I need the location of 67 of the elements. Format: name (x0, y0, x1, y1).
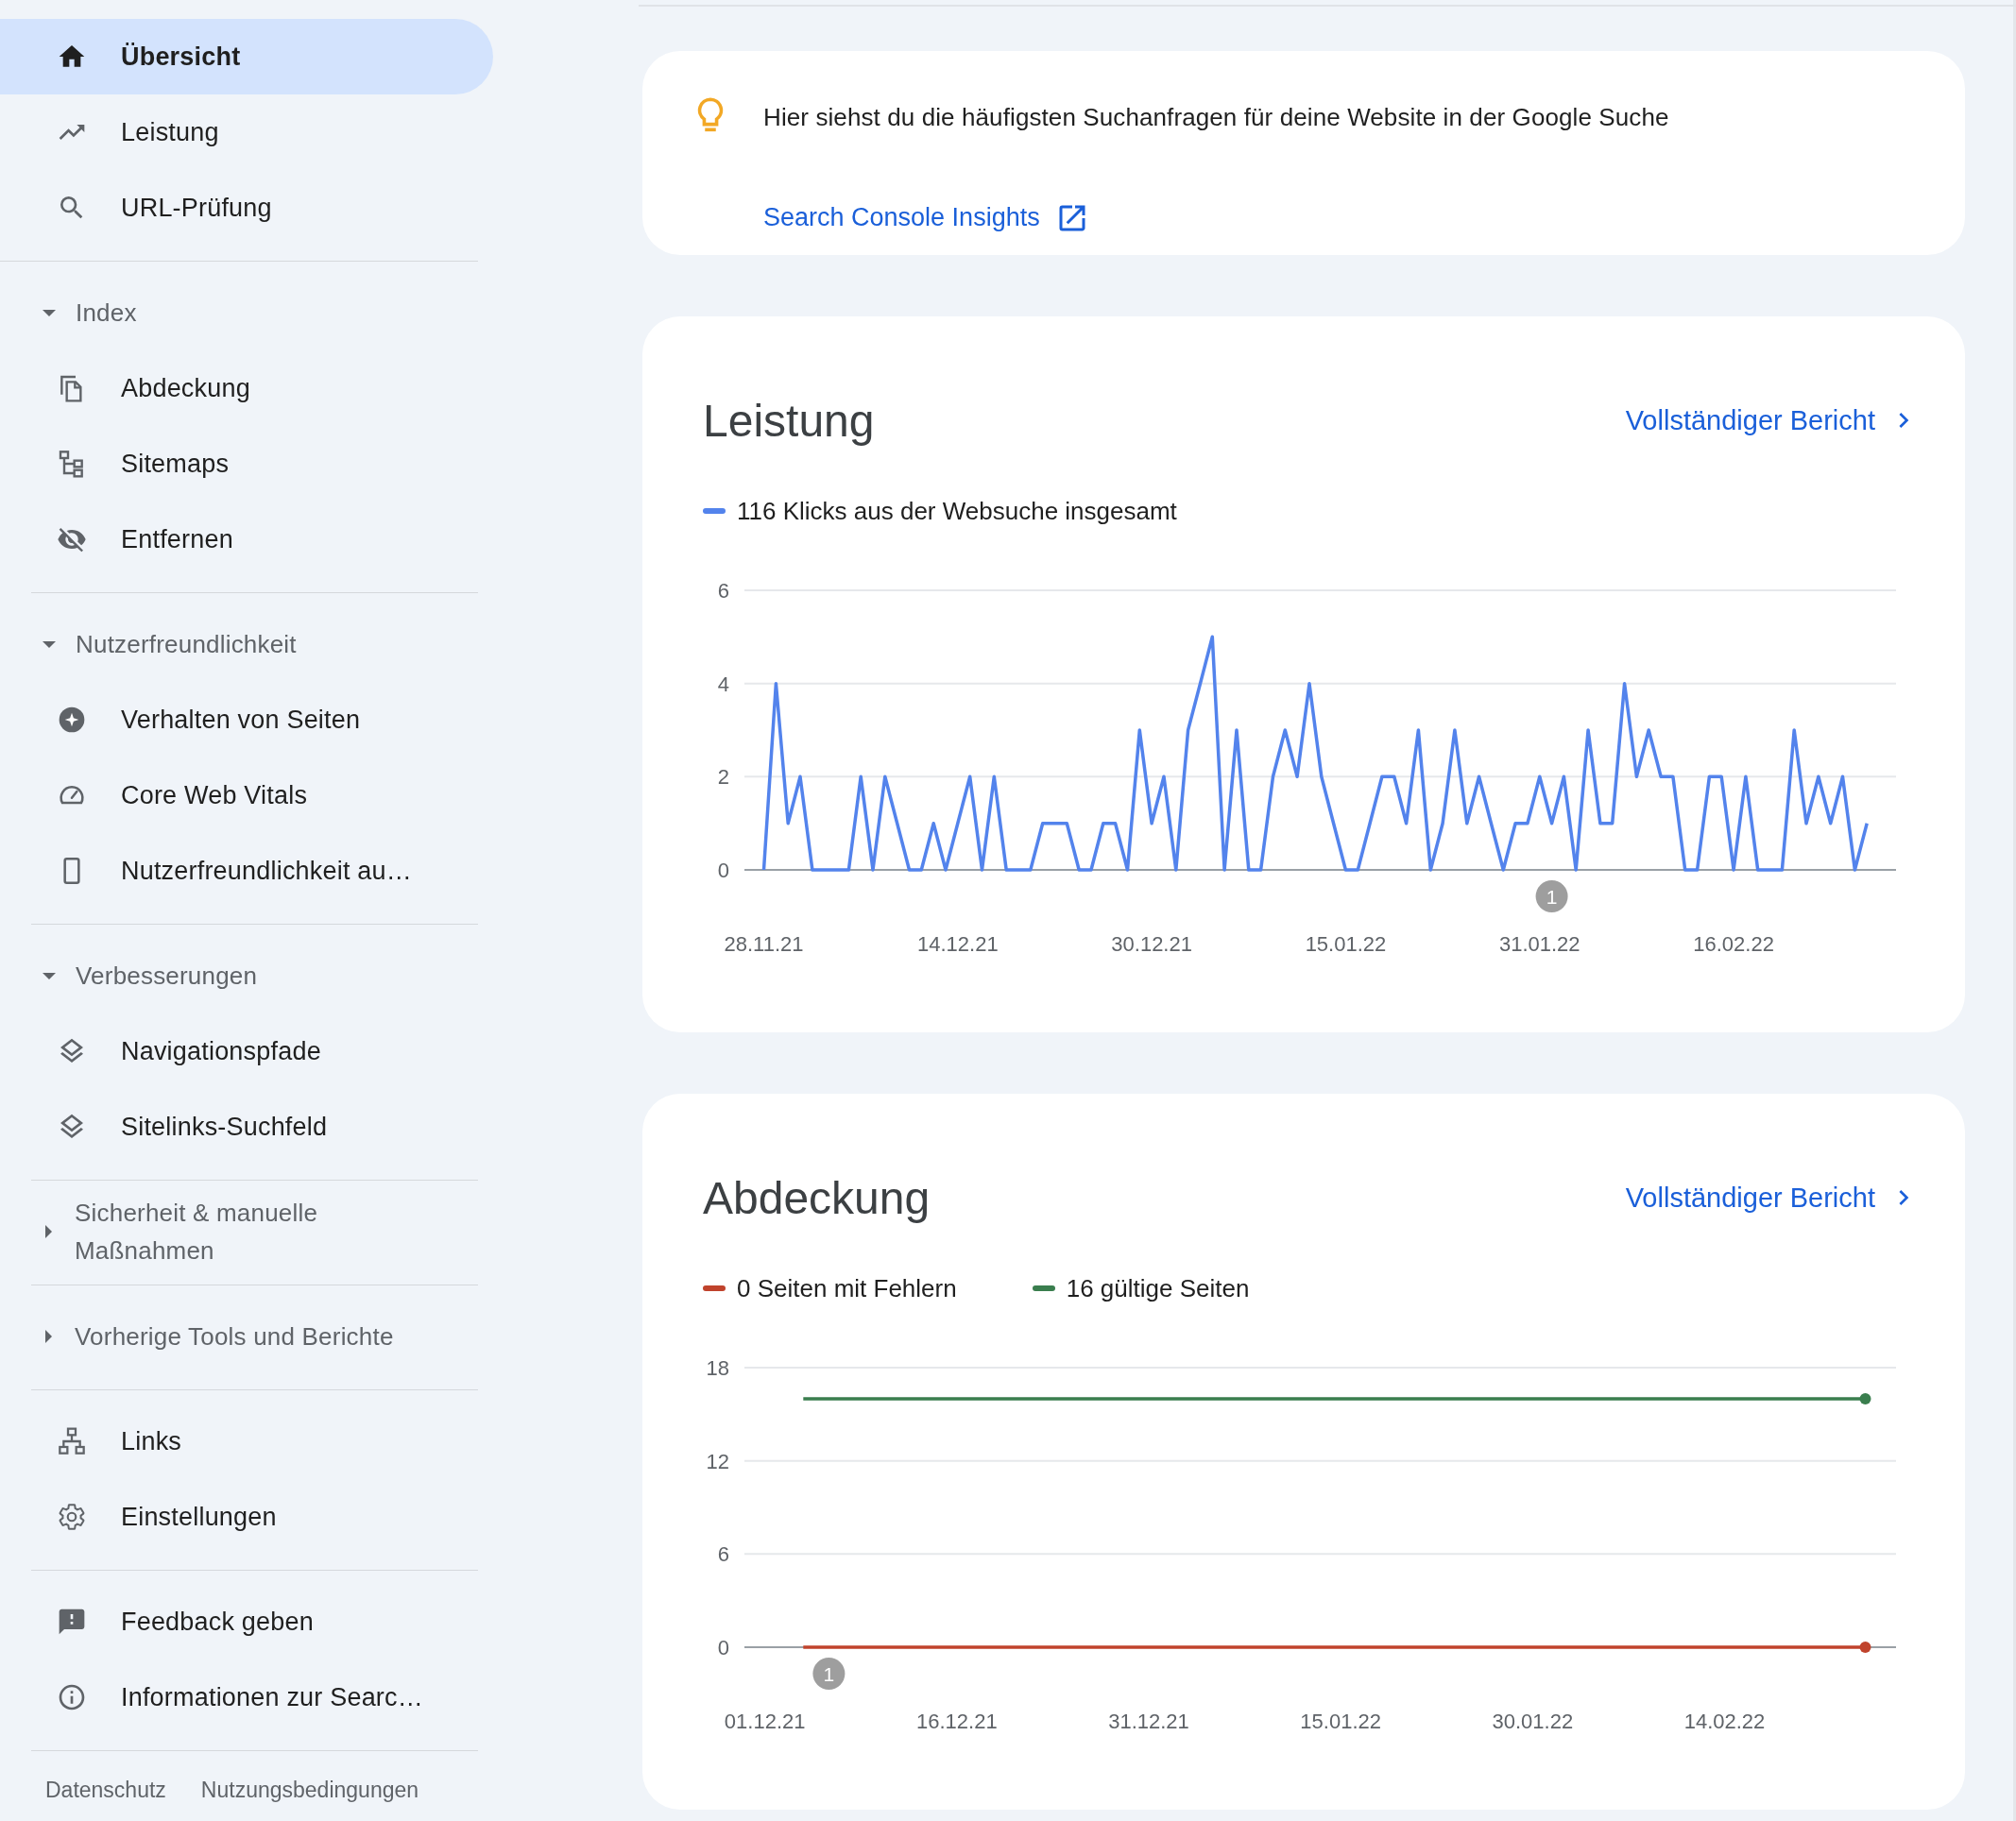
axis-label: 01.12.21 (724, 1710, 806, 1733)
nav-item[interactable]: Entfernen (0, 502, 478, 577)
axis-label: 18 (706, 1356, 729, 1380)
axis-label: 14.02.22 (1683, 1710, 1766, 1733)
nav-item[interactable]: Sitemaps (0, 426, 478, 502)
nav-item[interactable]: Nutzerfreundlichkeit au… (0, 833, 478, 909)
nav-item[interactable]: Abdeckung (0, 350, 478, 426)
hierarchy-icon (57, 1426, 87, 1456)
caret-down-icon (43, 309, 56, 316)
caret-right-icon (45, 1330, 52, 1343)
section-label: Sicherheit & manuelle Maßnahmen (75, 1198, 318, 1267)
legend-label: 16 gültige Seiten (1066, 1273, 1250, 1303)
axis-label: 16.12.21 (916, 1710, 998, 1733)
axis-label: 30.12.21 (1111, 932, 1192, 956)
settings-icon (57, 1502, 87, 1532)
axis-label: 31.12.21 (1108, 1710, 1189, 1733)
nav-item[interactable]: Verhalten von Seiten (0, 682, 478, 757)
sparkle-circle-icon (57, 705, 87, 735)
section-label: Nutzerfreundlichkeit (76, 629, 297, 660)
legend-label: 0 Seiten mit Fehlern (737, 1273, 957, 1303)
axis-label: 2 (717, 765, 729, 790)
axis-label: 12 (706, 1449, 729, 1473)
axis-label: 4 (717, 672, 729, 696)
full-report-link[interactable]: Vollständiger Bericht (1625, 1182, 1919, 1214)
footer-link[interactable]: Datenschutz (45, 1778, 166, 1803)
axis-label: 0 (717, 1636, 729, 1659)
section-header[interactable]: Verbesserungen (0, 938, 478, 1013)
caret-down-icon (43, 640, 56, 648)
axis-label: 16.02.22 (1693, 932, 1774, 956)
axis-label: 28.11.21 (724, 932, 804, 956)
card-title: Leistung (703, 394, 875, 447)
nav-item[interactable]: Leistung (0, 94, 493, 170)
section-header[interactable]: Vorherige Tools und Berichte (0, 1299, 478, 1374)
axis-label: 6 (717, 1542, 729, 1567)
card-title: Abdeckung (703, 1171, 931, 1224)
nav-item[interactable]: Links (0, 1404, 478, 1479)
nav-item[interactable]: Feedback geben (0, 1584, 478, 1659)
axis-label: 14.12.21 (917, 932, 999, 956)
axis-label: 15.01.22 (1300, 1710, 1381, 1733)
end-point-marker (1859, 1392, 1871, 1404)
caret-down-icon (43, 972, 56, 979)
nav-item[interactable]: URL-Prüfung (0, 170, 493, 246)
nav-item[interactable]: Informationen zur Searc… (0, 1659, 478, 1735)
nav-item[interactable]: Übersicht (0, 19, 493, 94)
section-label: Vorherige Tools und Berichte (75, 1321, 394, 1353)
insights-link[interactable]: Search Console Insights (763, 200, 1089, 235)
axis-label: 31.01.22 (1498, 932, 1580, 956)
full-report-link[interactable]: Vollständiger Bericht (1625, 404, 1919, 436)
nav-item[interactable]: Navigationspfade (0, 1013, 478, 1089)
section-header[interactable]: Index (0, 275, 478, 350)
section-header[interactable]: Sicherheit & manuelle Maßnahmen (0, 1194, 478, 1269)
section-header[interactable]: Nutzerfreundlichkeit (0, 606, 478, 682)
info-icon (57, 1682, 87, 1712)
section-label: Verbesserungen (76, 961, 258, 992)
insight-text: Hier siehst du die häufigsten Suchanfragen für deine Website in der Google Suche (763, 103, 1670, 132)
nav-item[interactable]: Einstellungen (0, 1479, 478, 1555)
axis-label: 30.01.22 (1492, 1710, 1574, 1733)
legend-label: 116 Klicks aus der Websuche insgesamt (737, 496, 1177, 526)
nav-item[interactable]: Core Web Vitals (0, 757, 478, 833)
end-point-marker (1859, 1642, 1871, 1653)
axis-label: 0 (717, 859, 729, 882)
axis-label: 6 (717, 579, 729, 603)
axis-label: 15.01.22 (1305, 932, 1387, 956)
section-label: Index (76, 298, 137, 329)
caret-right-icon (45, 1225, 52, 1238)
nav-item[interactable]: Sitelinks-Suchfeld (0, 1089, 478, 1165)
footer-link[interactable]: Nutzungsbedingungen (200, 1778, 419, 1803)
